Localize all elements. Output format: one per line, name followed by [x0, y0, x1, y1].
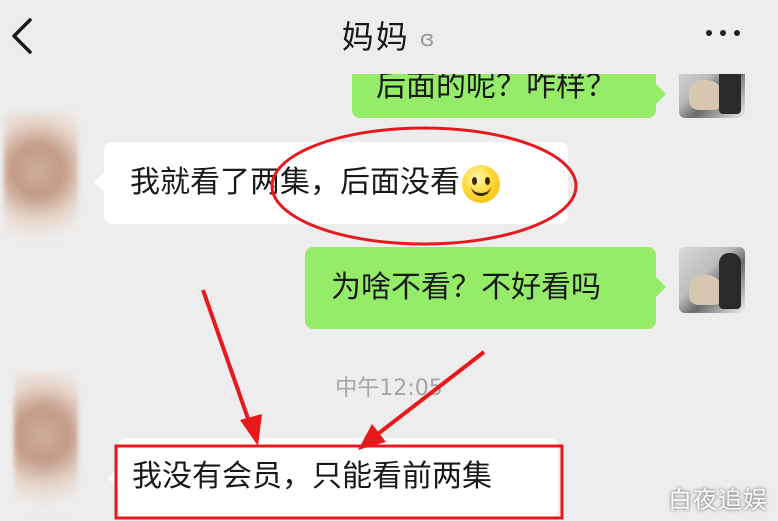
smiley-emoji-icon: [462, 164, 500, 203]
dog-figure: [689, 80, 723, 110]
contact-name: 妈妈: [341, 18, 410, 56]
dog-figure: [689, 275, 723, 305]
my-avatar[interactable]: [679, 247, 745, 313]
message-bubble-outgoing[interactable]: 为啥不看？不好看吗: [305, 247, 666, 329]
person-figure: [719, 253, 741, 309]
watermark: 白夜追娱: [668, 486, 768, 514]
chat-header: 妈妈 ɞ: [0, 0, 778, 74]
contact-avatar[interactable]: [4, 112, 78, 242]
more-options-icon[interactable]: [706, 30, 748, 42]
message-text: 我没有会员，只能看前两集: [132, 459, 492, 494]
message-text: 后面的呢？咋样？: [376, 69, 616, 104]
message-timestamp: 中午12:05: [335, 376, 443, 401]
message-text: 为啥不看？不好看吗: [331, 270, 601, 305]
annotation-arrow-left: [201, 289, 254, 431]
message-bubble-incoming[interactable]: 我就看了两集，后面没看: [94, 142, 568, 224]
message-text: 我就看了两集，后面没看: [130, 165, 460, 200]
message-bubble-incoming[interactable]: 我没有会员，只能看前两集: [108, 438, 558, 518]
contact-avatar[interactable]: [14, 372, 78, 512]
chat-title: 妈妈 ɞ: [0, 12, 778, 58]
ear-icon: ɞ: [419, 26, 437, 52]
